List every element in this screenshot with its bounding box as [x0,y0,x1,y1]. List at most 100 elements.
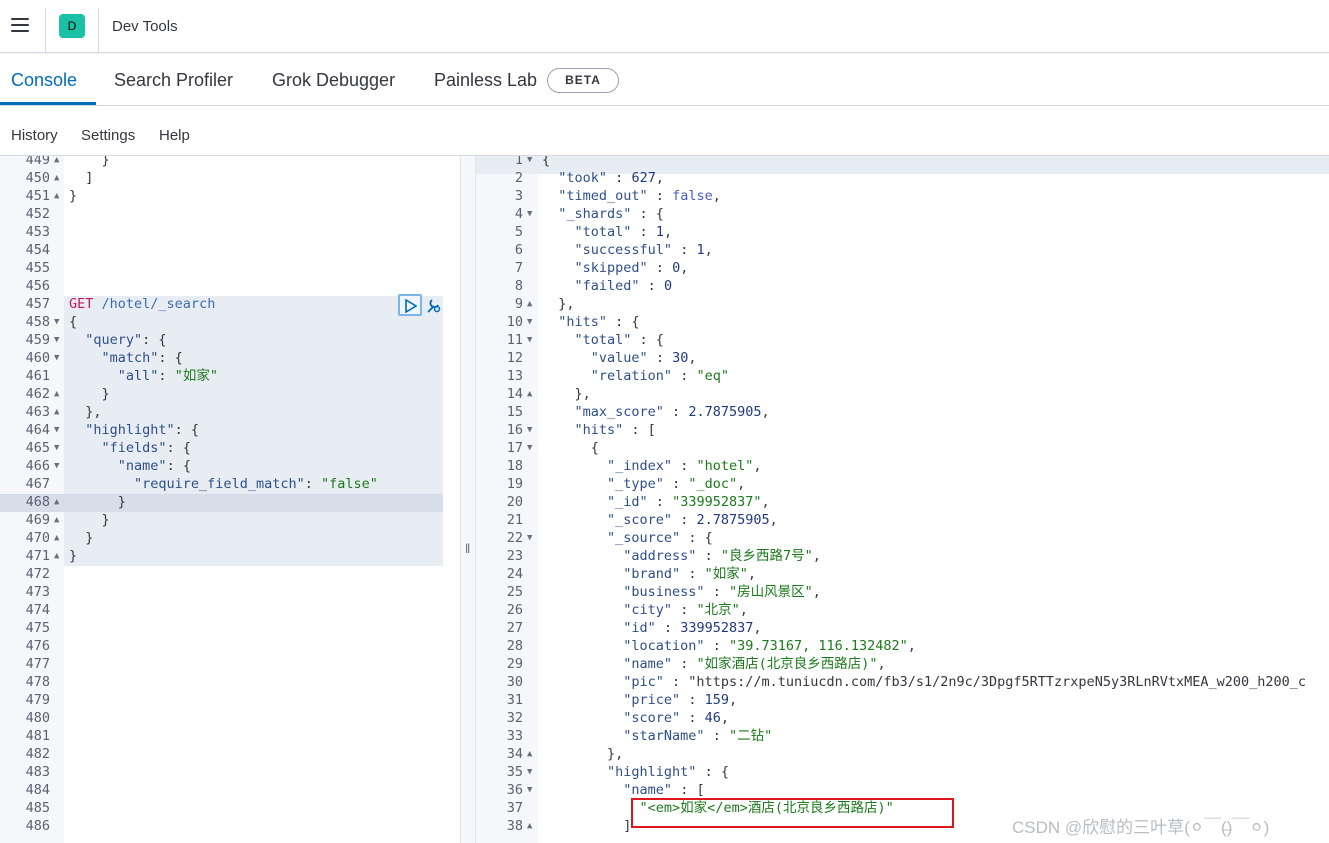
code-line: 459 ▼ "query": { [0,331,460,349]
fold-close-icon[interactable]: ▲ [54,156,59,169]
code-line: 486 [0,817,460,835]
line-number: 30 [506,674,523,690]
fold-open-icon[interactable]: ▼ [54,349,59,367]
code-text: { [542,440,599,456]
page-title: Dev Tools [112,18,178,35]
tab-search-profiler[interactable]: Search Profiler [114,70,233,91]
code-text: } [69,512,110,528]
line-number: 26 [506,602,523,618]
fold-open-icon[interactable]: ▼ [527,331,532,349]
code-text: "location" : "39.73167, 116.132482", [623,638,916,654]
code-line: 3 "timed_out" : false, [476,187,1329,205]
code-line: 36 ▼ "name" : [ [476,781,1329,799]
code-line: 31 "price" : 159, [476,691,1329,709]
beta-badge: BETA [547,68,619,93]
code-line: 467 "require_field_match": "false" [0,475,460,493]
code-text: "_shards" : { [558,206,664,222]
line-number: 17 [506,440,523,456]
fold-open-icon[interactable]: ▼ [527,156,532,169]
fold-open-icon[interactable]: ▼ [527,763,532,781]
code-line: 460 ▼ "match": { [0,349,460,367]
line-number: 36 [506,782,523,798]
help-menu-item[interactable]: Help [159,127,190,144]
fold-close-icon[interactable]: ▲ [54,493,59,511]
code-line: 466 ▼ "name": { [0,457,460,475]
response-viewer[interactable]: 1 ▼{2 "took" : 627, 3 "timed_out" : false,… [476,156,1329,843]
code-line: 449 ▲ } [0,156,460,169]
code-line: 5 "total" : 1, [476,223,1329,241]
line-number: 6 [514,242,523,258]
code-line: 13 "relation" : "eq" [476,367,1329,385]
pane-resizer[interactable]: ‖ [460,156,476,843]
fold-close-icon[interactable]: ▲ [54,169,59,187]
code-line: 4 ▼ "_shards" : { [476,205,1329,223]
code-line: 451 ▲} [0,187,460,205]
tab-painless-lab[interactable]: Painless Lab [434,70,537,91]
fold-open-icon[interactable]: ▼ [54,457,59,475]
fold-close-icon[interactable]: ▲ [527,385,532,403]
tab-console[interactable]: Console [11,70,77,91]
settings-menu-item[interactable]: Settings [81,127,135,144]
line-number: 456 [25,278,50,294]
code-line: 484 [0,781,460,799]
code-line: 11 ▼ "total" : { [476,331,1329,349]
code-line: 465 ▼ "fields": { [0,439,460,457]
fold-open-icon[interactable]: ▼ [527,313,532,331]
code-line: 475 [0,619,460,637]
fold-close-icon[interactable]: ▲ [54,529,59,547]
line-number: 467 [25,476,50,492]
line-number: 27 [506,620,523,636]
play-icon [405,299,417,313]
fold-open-icon[interactable]: ▼ [54,421,59,439]
history-menu-item[interactable]: History [11,127,58,144]
fold-open-icon[interactable]: ▼ [527,205,532,223]
fold-close-icon[interactable]: ▲ [527,295,532,313]
code-line: 483 [0,763,460,781]
line-number: 31 [506,692,523,708]
request-editor[interactable]: 449 ▲ } 450 ▲ ] 451 ▲} 452 453 454 455 456 457 GET /… [0,156,460,843]
fold-close-icon[interactable]: ▲ [54,547,59,565]
line-number: 459 [25,332,50,348]
fold-close-icon[interactable]: ▲ [54,511,59,529]
fold-open-icon[interactable]: ▼ [527,529,532,547]
fold-close-icon[interactable]: ▲ [527,817,532,835]
line-number: 3 [514,188,523,204]
code-text: "pic" : "https://m.tuniucdn.com/fb3/s1/2… [623,674,1307,690]
line-number: 34 [506,746,523,762]
code-line: 479 [0,691,460,709]
line-number: 9 [514,296,523,312]
fold-close-icon[interactable]: ▲ [54,385,59,403]
fold-open-icon[interactable]: ▼ [527,781,532,799]
fold-open-icon[interactable]: ▼ [527,439,532,457]
fold-open-icon[interactable]: ▼ [527,421,532,439]
code-line: 471 ▲} [0,547,460,565]
code-text: } [69,530,94,546]
send-request-button[interactable] [398,294,422,316]
code-line: 22 ▼ "_source" : { [476,529,1329,547]
code-line: 33 "starName" : "二钻" [476,727,1329,745]
fold-close-icon[interactable]: ▲ [54,187,59,205]
space-avatar[interactable]: D [59,14,85,38]
code-line: 470 ▲ } [0,529,460,547]
code-text: "relation" : "eq" [590,368,729,384]
wrench-icon[interactable] [425,297,443,315]
fold-close-icon[interactable]: ▲ [54,403,59,421]
code-line: 26 "city" : "北京", [476,601,1329,619]
fold-open-icon[interactable]: ▼ [54,439,59,457]
code-text: "match": { [101,350,183,366]
fold-close-icon[interactable]: ▲ [527,745,532,763]
line-number: 476 [25,638,50,654]
tab-grok-debugger[interactable]: Grok Debugger [272,70,395,91]
line-number: 18 [506,458,523,474]
code-text: }, [542,296,575,312]
line-number: 12 [506,350,523,366]
menu-icon[interactable] [11,18,29,32]
code-line: 452 [0,205,460,223]
code-text: "failed" : 0 [574,278,673,294]
code-line: 481 [0,727,460,745]
code-text: "_source" : { [607,530,713,546]
code-text: { [69,314,78,330]
line-number: 15 [506,404,523,420]
fold-open-icon[interactable]: ▼ [54,331,59,349]
fold-open-icon[interactable]: ▼ [54,313,59,331]
